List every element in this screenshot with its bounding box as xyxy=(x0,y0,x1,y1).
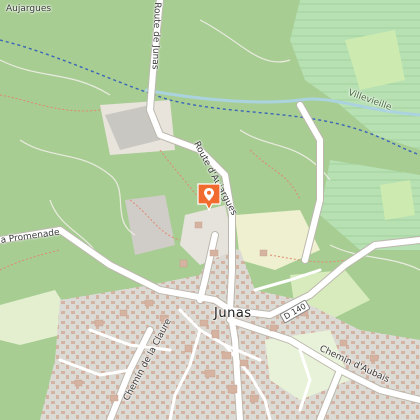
location-marker[interactable] xyxy=(196,182,222,212)
map-pin-icon xyxy=(197,183,221,212)
map-view[interactable]: Aujargues Route de Junas Route d'Aujargu… xyxy=(0,0,420,420)
place-label-aujargues: Aujargues xyxy=(6,4,52,14)
place-label-junas: Junas xyxy=(214,306,252,321)
